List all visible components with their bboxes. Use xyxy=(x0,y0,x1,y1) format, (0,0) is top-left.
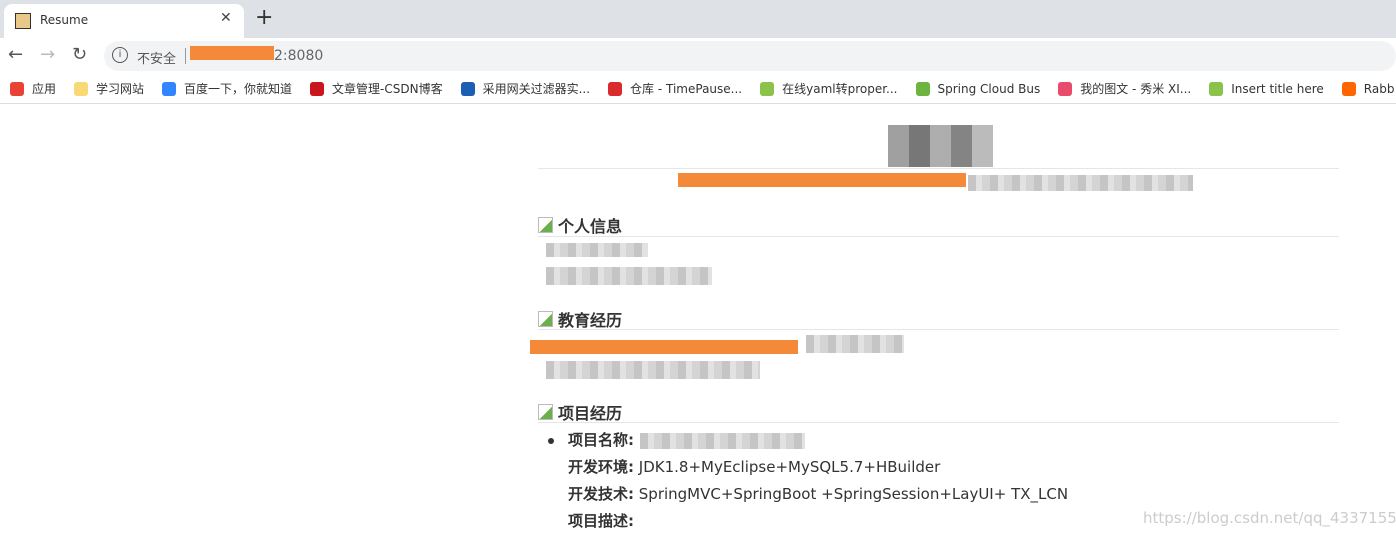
education-blurred xyxy=(546,361,760,379)
new-tab-button[interactable]: + xyxy=(255,5,273,30)
tab-strip: Resume ✕ + xyxy=(0,0,1396,38)
bookmark-icon xyxy=(1058,81,1073,96)
bookmark-icon xyxy=(460,81,475,96)
bookmark-label: 我的图文 - 秀米 XI... xyxy=(1080,82,1192,96)
broken-image-icon xyxy=(538,404,553,420)
bookmark-icon xyxy=(10,81,24,96)
bookmark-item[interactable]: 在线yaml转proper... xyxy=(760,80,898,97)
broken-image-icon xyxy=(538,311,553,327)
bookmark-icon xyxy=(760,81,775,96)
bookmark-item[interactable]: 学习网站 xyxy=(74,80,144,97)
favicon-icon xyxy=(15,13,31,29)
bookmark-label: 百度一下，你就知道 xyxy=(184,82,293,96)
bookmark-icon xyxy=(915,81,930,96)
project-name-label: 项目名称: xyxy=(568,431,634,449)
bookmark-label: 在线yaml转proper... xyxy=(782,82,898,96)
bookmark-item[interactable]: Insert title here xyxy=(1209,81,1324,96)
env-value: JDK1.8+MyEclipse+MySQL5.7+HBuilder xyxy=(638,458,941,476)
back-icon[interactable]: ← xyxy=(8,44,23,65)
toolbar: ← → ↻ i 不安全 2:8080 xyxy=(0,38,1396,74)
address-bar[interactable]: i 不安全 2:8080 xyxy=(104,41,1396,71)
redaction xyxy=(530,340,798,354)
bookmark-label: 仓库 - TimePause... xyxy=(630,82,743,96)
forward-icon[interactable]: → xyxy=(40,44,55,65)
close-tab-icon[interactable]: ✕ xyxy=(220,10,232,26)
bookmark-label: 学习网站 xyxy=(96,82,145,96)
divider xyxy=(185,48,186,64)
broken-image-icon xyxy=(538,217,553,233)
redaction xyxy=(190,46,274,60)
tech-label: 开发技术: xyxy=(568,485,634,503)
section-title: 项目经历 xyxy=(558,404,623,423)
bookmark-item[interactable]: 文章管理-CSDN博客 xyxy=(310,80,443,97)
bookmark-label: Rabb xyxy=(1363,81,1395,96)
contact-blurred xyxy=(968,175,1193,191)
education-blurred xyxy=(806,335,904,353)
reload-icon[interactable]: ↻ xyxy=(72,44,87,65)
bookmark-item[interactable]: 应用 xyxy=(10,80,56,97)
section-title: 教育经历 xyxy=(558,311,623,330)
bookmark-item[interactable]: 我的图文 - 秀米 XI... xyxy=(1058,80,1191,97)
bookmark-icon xyxy=(310,81,325,96)
bullet xyxy=(548,438,554,444)
personal-blurred xyxy=(546,267,712,285)
name-blurred xyxy=(888,125,993,167)
bookmark-icon xyxy=(162,81,177,96)
bookmark-item[interactable]: Rabb xyxy=(1341,81,1395,96)
bookmarks-bar: 应用 学习网站 百度一下，你就知道 文章管理-CSDN博客 采用网关过滤器实... 仓库 … xyxy=(0,74,1396,104)
bookmark-item[interactable]: 采用网关过滤器实... xyxy=(460,80,591,97)
bookmark-label: Spring Cloud Bus xyxy=(937,81,1041,96)
divider xyxy=(538,329,1339,330)
section-title: 个人信息 xyxy=(558,217,623,236)
desc-label: 项目描述: xyxy=(568,512,634,530)
project-name-blurred xyxy=(640,432,805,449)
info-icon[interactable]: i xyxy=(112,47,128,63)
url-text: 2:8080 xyxy=(274,48,324,64)
tab-resume[interactable]: Resume ✕ xyxy=(4,4,244,38)
personal-blurred xyxy=(546,243,648,257)
bookmark-label: 文章管理-CSDN博客 xyxy=(332,82,443,96)
redaction xyxy=(678,173,966,187)
security-label: 不安全 xyxy=(137,52,177,67)
project-item: 项目名称: 开发环境: JDK1.8+MyEclipse+MySQL5.7+HB… xyxy=(548,427,1069,535)
bookmark-icon xyxy=(1341,81,1356,96)
bookmark-label: Insert title here xyxy=(1231,81,1324,96)
bookmark-icon xyxy=(608,81,623,96)
tab-title: Resume xyxy=(40,13,89,27)
section-education: 教育经历 xyxy=(538,307,622,331)
watermark: https://blog.csdn.net/qq_43371556 xyxy=(1143,509,1396,527)
divider xyxy=(538,236,1339,237)
section-projects: 项目经历 xyxy=(538,400,622,424)
bookmark-item[interactable]: 仓库 - TimePause... xyxy=(608,80,742,97)
env-label: 开发环境: xyxy=(568,458,634,476)
bookmark-item[interactable]: Spring Cloud Bus xyxy=(915,81,1041,96)
bookmark-label: 采用网关过滤器实... xyxy=(482,82,591,96)
tech-value: SpringMVC+SpringBoot +SpringSession+LayU… xyxy=(638,485,1069,503)
bookmark-item[interactable]: 百度一下，你就知道 xyxy=(162,80,292,97)
divider xyxy=(538,168,1339,169)
bookmark-icon xyxy=(74,81,89,96)
divider xyxy=(538,422,1339,423)
bookmark-icon xyxy=(1209,81,1224,96)
bookmark-label: 应用 xyxy=(32,82,57,96)
section-personal: 个人信息 xyxy=(538,213,622,237)
